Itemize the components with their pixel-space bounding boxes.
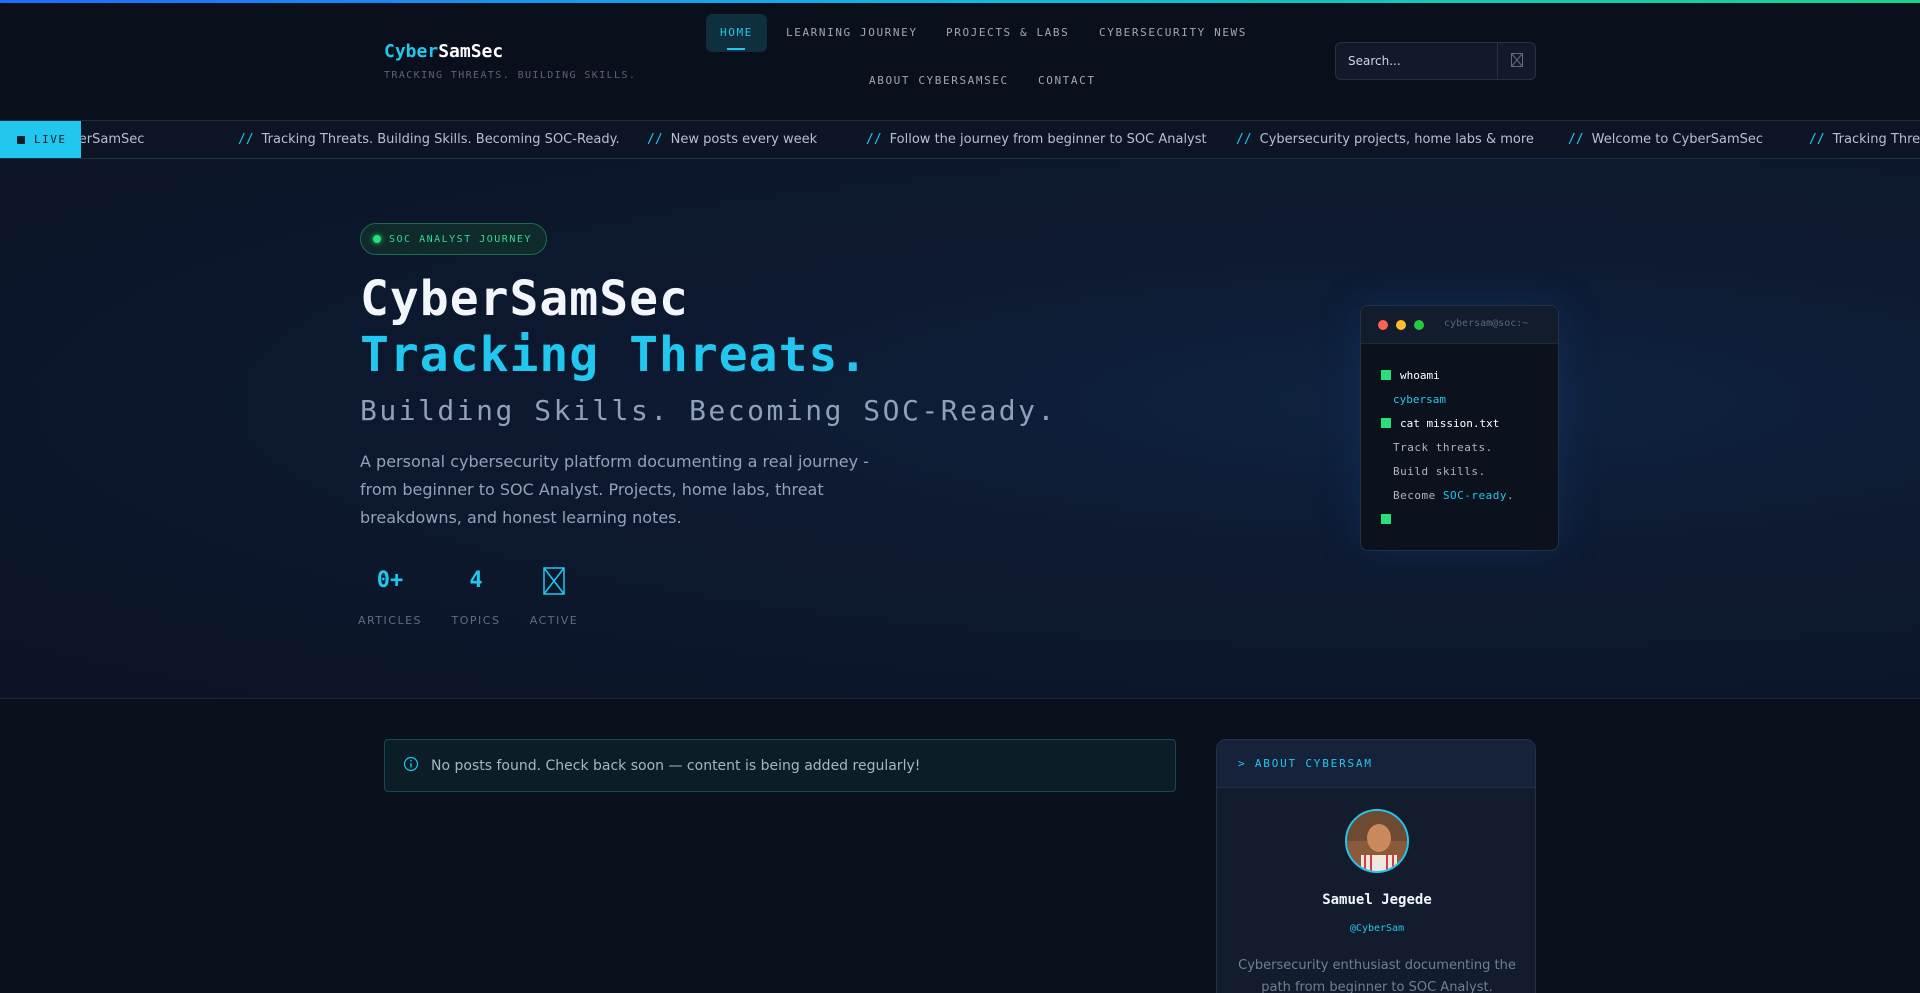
logo-part-samsec: SamSec <box>438 41 504 62</box>
nav-home[interactable]: HOME <box>706 14 767 52</box>
close-dot-icon <box>1378 320 1388 330</box>
profile-bio: Cybersecurity enthusiast documenting the… <box>1238 958 1516 993</box>
logo-part-cyber: Cyber <box>384 41 439 62</box>
terminal-cursor <box>1381 513 1400 526</box>
placeholder-icon <box>514 564 594 598</box>
badge-label: SOC ANALYST JOURNEY <box>389 233 532 245</box>
terminal-line: cybersam <box>1393 393 1446 406</box>
nav-about[interactable]: ABOUT CYBERSAMSEC <box>855 62 1023 100</box>
search-button[interactable] <box>1497 43 1535 79</box>
stat-active: ACTIVE <box>514 564 594 627</box>
no-posts-notice: No posts found. Check back soon — conten… <box>384 739 1176 792</box>
hero-section: SOC ANALYST JOURNEY CyberSamSec Tracking… <box>0 159 1920 699</box>
nav-cybersecurity-news[interactable]: CYBERSECURITY NEWS <box>1085 14 1261 52</box>
stat-label: ARTICLES <box>357 614 423 627</box>
terminal-line: cat mission.txt <box>1381 417 1499 430</box>
ticker-item: //Tracking Threats. Building Skills. Bec… <box>1809 132 1920 147</box>
stat-topics: 4 TOPICS <box>436 564 516 627</box>
about-heading: > ABOUT CYBERSAM <box>1217 740 1535 788</box>
minimize-dot-icon <box>1396 320 1406 330</box>
site-logo[interactable]: CyberSamSec <box>384 41 503 62</box>
nav-contact[interactable]: CONTACT <box>1024 62 1110 100</box>
soc-journey-badge: SOC ANALYST JOURNEY <box>360 223 547 255</box>
search-input[interactable] <box>1336 43 1498 79</box>
terminal-line: Track threats. <box>1393 441 1493 454</box>
search-icon <box>1510 52 1523 71</box>
terminal-window: cybersam@soc:~ whoami cybersam cat missi… <box>1360 305 1559 551</box>
ticker-item: //Follow the journey from beginner to SO… <box>866 132 1207 147</box>
terminal-title: cybersam@soc:~ <box>1444 318 1529 329</box>
live-badge: LIVE <box>0 121 81 158</box>
stat-label: TOPICS <box>451 614 501 627</box>
terminal-line: Build skills. <box>1393 465 1486 478</box>
live-label: LIVE <box>34 133 67 146</box>
ticker-item: //Cybersecurity projects, home labs & mo… <box>1236 132 1534 147</box>
stat-value: 0+ <box>376 568 404 593</box>
hero-title-accent: Tracking Threats. <box>360 327 869 383</box>
site-tagline: TRACKING THREATS. BUILDING SKILLS. <box>384 70 637 81</box>
news-ticker: LIVE Welcome to CyberSamSec //Tracking T… <box>0 120 1920 159</box>
cursor-icon <box>1381 514 1391 524</box>
stat-articles: 0+ ARTICLES <box>350 564 430 627</box>
info-icon <box>403 756 419 776</box>
status-dot-icon <box>373 235 381 243</box>
profile-handle[interactable]: @CyberSam <box>1217 923 1535 934</box>
avatar <box>1345 809 1409 873</box>
nav-learning-journey[interactable]: LEARNING JOURNEY <box>772 14 932 52</box>
about-card: > ABOUT CYBERSAM Samuel Jegede @CyberSam… <box>1216 739 1536 993</box>
prompt-icon <box>1381 418 1391 428</box>
ticker-item: //Welcome to CyberSamSec <box>1568 132 1764 147</box>
hero-description: A personal cybersecurity platform docume… <box>360 452 869 527</box>
site-header: CyberSamSec TRACKING THREATS. BUILDING S… <box>0 3 1920 120</box>
hero-subtitle: Building Skills. Becoming SOC-Ready. <box>360 394 1057 427</box>
terminal-line: Become SOC-ready. <box>1393 489 1515 502</box>
search-box <box>1335 42 1536 80</box>
terminal-titlebar: cybersam@soc:~ <box>1361 306 1558 344</box>
prompt-icon <box>1381 370 1391 380</box>
hero-title: CyberSamSec <box>360 271 689 327</box>
maximize-dot-icon <box>1414 320 1424 330</box>
notice-text: No posts found. Check back soon — conten… <box>431 757 921 774</box>
stat-value: 4 <box>469 568 483 593</box>
live-square-icon <box>17 135 25 144</box>
terminal-line: whoami <box>1381 369 1440 382</box>
ticker-item: //Tracking Threats. Building Skills. Bec… <box>238 132 620 147</box>
ticker-item: //New posts every week <box>647 132 818 147</box>
profile-name: Samuel Jegede <box>1322 892 1432 908</box>
stat-label: ACTIVE <box>529 614 579 627</box>
nav-projects-labs[interactable]: PROJECTS & LABS <box>932 14 1083 52</box>
